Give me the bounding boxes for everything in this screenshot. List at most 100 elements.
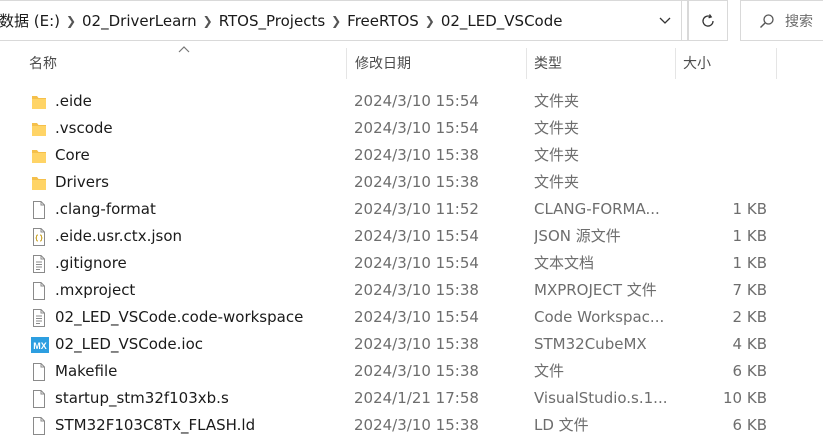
file-row[interactable]: .eide.usr.ctx.json 2024/3/10 15:54 JSON 源文… (0, 223, 823, 250)
file-name: Drivers (55, 173, 109, 191)
svg-text:MX: MX (33, 341, 47, 351)
column-divider[interactable] (346, 48, 347, 79)
file-name: Makefile (55, 362, 118, 380)
breadcrumb-rtos-projects[interactable]: RTOS_Projects (219, 12, 325, 30)
file-row[interactable]: .eide 2024/3/10 15:54 文件夹 (0, 88, 823, 115)
file-size: 10 KB (723, 389, 767, 407)
file-date: 2024/3/10 15:54 (354, 227, 479, 245)
file-size: 1 KB (732, 200, 767, 218)
file-name: .eide (55, 92, 92, 110)
column-header-size[interactable]: 大小 (683, 51, 711, 77)
file-size: 6 KB (732, 362, 767, 380)
chevron-right-icon[interactable]: ❯ (60, 14, 82, 28)
folder-icon (31, 147, 47, 165)
breadcrumb-driverlearn[interactable]: 02_DriverLearn (82, 12, 197, 30)
column-header-name[interactable]: 名称 (29, 51, 57, 77)
search-input[interactable]: 搜索 (740, 0, 823, 41)
column-divider[interactable] (526, 48, 527, 79)
file-icon (31, 390, 47, 408)
file-name: Core (55, 146, 90, 164)
file-row[interactable]: STM32F103C8Tx_FLASH.ld 2024/3/10 15:38 LD … (0, 412, 823, 439)
search-placeholder: 搜索 (785, 13, 813, 30)
file-size: 7 KB (732, 281, 767, 299)
file-name: startup_stm32f103xb.s (55, 389, 229, 407)
file-date: 2024/3/10 15:38 (354, 335, 479, 353)
breadcrumb-current-folder[interactable]: 02_LED_VSCode (441, 12, 563, 30)
file-size (680, 88, 767, 115)
chevron-right-icon[interactable]: ❯ (197, 14, 219, 28)
file-date: 2024/3/10 15:38 (354, 416, 479, 434)
file-row[interactable]: .gitignore 2024/3/10 15:54 文本文档 1 KB (0, 250, 823, 277)
file-size (680, 115, 767, 142)
file-name: .vscode (55, 119, 113, 137)
file-date: 2024/3/10 15:38 (354, 173, 479, 191)
file-row[interactable]: Makefile 2024/3/10 15:38 文件 6 KB (0, 358, 823, 385)
file-name: .eide.usr.ctx.json (55, 227, 183, 245)
file-type: JSON 源文件 (534, 227, 621, 245)
column-header-date[interactable]: 修改日期 (355, 51, 411, 77)
address-bar[interactable]: 数据 (E:) ❯ 02_DriverLearn ❯ RTOS_Projects… (0, 0, 682, 41)
file-type: 文件夹 (534, 119, 580, 137)
file-row[interactable]: .clang-format 2024/3/10 11:52 CLANG-FORMA.… (0, 196, 823, 223)
address-history-button[interactable] (642, 0, 688, 41)
text-file-icon (31, 255, 47, 273)
file-icon (31, 417, 47, 435)
file-type: 文件夹 (534, 92, 580, 110)
file-size: 4 KB (732, 335, 767, 353)
file-list: .eide 2024/3/10 15:54 文件夹 .vscode 2024/3/10… (0, 88, 823, 439)
file-icon (31, 282, 47, 300)
file-row[interactable]: Drivers 2024/3/10 15:38 文件夹 (0, 169, 823, 196)
file-size: 6 KB (732, 416, 767, 434)
file-row[interactable]: 02_LED_VSCode.code-workspace 2024/3/10 15… (0, 304, 823, 331)
breadcrumb-freertos[interactable]: FreeRTOS (347, 12, 419, 30)
file-row[interactable]: .vscode 2024/3/10 15:54 文件夹 (0, 115, 823, 142)
file-size: 1 KB (732, 227, 767, 245)
file-row[interactable]: .mxproject 2024/3/10 15:38 MXPROJECT 文件 7 K… (0, 277, 823, 304)
column-divider[interactable] (675, 48, 676, 79)
folder-icon (31, 120, 47, 138)
file-type: 文件夹 (534, 146, 580, 164)
file-name: .clang-format (55, 200, 156, 218)
file-row[interactable]: startup_stm32f103xb.s 2024/1/21 17:58 Visu… (0, 385, 823, 412)
file-date: 2024/3/10 11:52 (354, 200, 479, 218)
file-date: 2024/3/10 15:38 (354, 146, 479, 164)
file-name: .mxproject (55, 281, 136, 299)
file-name: STM32F103C8Tx_FLASH.ld (55, 416, 256, 434)
file-date: 2024/1/21 17:58 (354, 389, 479, 407)
file-date: 2024/3/10 15:38 (354, 281, 479, 299)
file-date: 2024/3/10 15:54 (354, 308, 479, 326)
file-type: VisualStudio.s.1... (534, 389, 668, 407)
chevron-right-icon[interactable]: ❯ (325, 14, 347, 28)
file-date: 2024/3/10 15:54 (354, 254, 479, 272)
file-type: LD 文件 (534, 416, 589, 434)
refresh-button[interactable] (688, 0, 728, 41)
folder-icon (31, 174, 47, 192)
column-header: 名称 修改日期 类型 大小 (0, 48, 823, 79)
column-divider[interactable] (776, 48, 777, 79)
json-file-icon (31, 228, 47, 246)
folder-icon (31, 93, 47, 111)
stm32cubemx-icon: MX (31, 336, 49, 354)
file-date: 2024/3/10 15:54 (354, 119, 479, 137)
column-header-type[interactable]: 类型 (534, 51, 562, 77)
file-size (680, 169, 767, 196)
file-type: MXPROJECT 文件 (534, 281, 657, 299)
file-size: 1 KB (732, 254, 767, 272)
file-date: 2024/3/10 15:38 (354, 362, 479, 380)
file-row[interactable]: Core 2024/3/10 15:38 文件夹 (0, 142, 823, 169)
file-type: Code Workspac... (534, 308, 665, 326)
search-icon (759, 13, 775, 29)
file-row[interactable]: MX 02_LED_VSCode.ioc 2024/3/10 15:38 STM32C… (0, 331, 823, 358)
file-name: .gitignore (55, 254, 127, 272)
file-name: 02_LED_VSCode.code-workspace (55, 308, 304, 326)
file-size (680, 142, 767, 169)
chevron-down-icon (659, 17, 670, 24)
file-name: 02_LED_VSCode.ioc (55, 335, 204, 353)
chevron-right-icon[interactable]: ❯ (419, 14, 441, 28)
file-icon (31, 201, 47, 219)
file-date: 2024/3/10 15:54 (354, 92, 479, 110)
file-type: 文本文档 (534, 254, 595, 272)
file-type: 文件 (534, 362, 565, 380)
breadcrumb-drive[interactable]: 数据 (E:) (0, 10, 60, 31)
refresh-icon (702, 13, 714, 27)
